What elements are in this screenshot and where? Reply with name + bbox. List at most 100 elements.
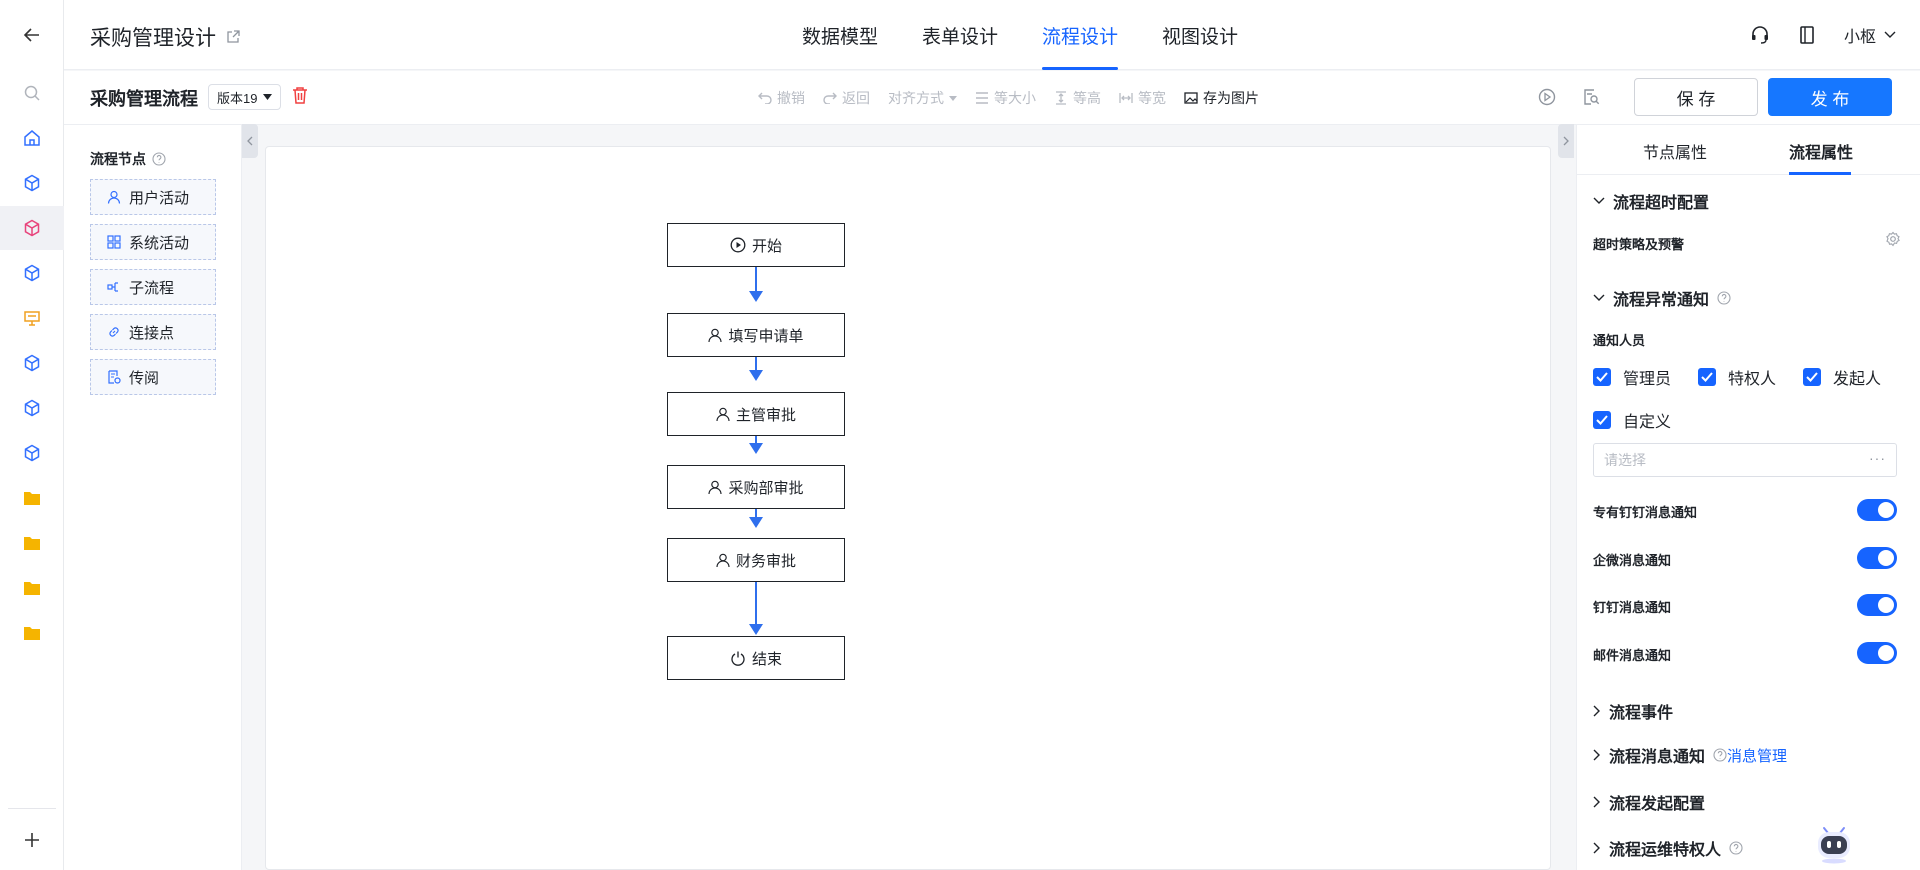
same-size-button[interactable]: 等大小 [975, 88, 1036, 108]
custom-people-select[interactable]: 请选择 ··· [1593, 443, 1897, 477]
preview-icon[interactable] [1574, 78, 1608, 116]
plus-icon[interactable] [0, 818, 64, 862]
collapse-right-handle[interactable] [1558, 124, 1574, 158]
message-management-link[interactable]: 消息管理 [1727, 745, 1787, 766]
delete-icon[interactable] [292, 86, 308, 104]
flow-node-label: 结束 [751, 650, 782, 668]
palette-item-connector[interactable]: 连接点 [90, 314, 216, 350]
palette-item-subprocess[interactable]: 子流程 [90, 269, 216, 305]
section-start-config[interactable]: 流程发起配置 [1593, 790, 1705, 814]
folder-icon[interactable] [0, 566, 64, 610]
app-title: 采购管理设计 [90, 22, 240, 52]
home-icon[interactable] [0, 116, 64, 160]
palette-item-system-activity[interactable]: 系统活动 [90, 224, 216, 260]
help-icon[interactable] [1729, 841, 1743, 855]
flow-node-fill-application[interactable]: 填写申请单 [667, 313, 845, 357]
palette-item-circulate[interactable]: 传阅 [90, 359, 216, 395]
notify-people-label: 通知人员 [1593, 333, 1646, 348]
section-timeout[interactable]: 流程超时配置 [1593, 189, 1709, 213]
checkbox-label: 特权人 [1728, 371, 1777, 388]
folder-icon[interactable] [0, 611, 64, 655]
left-icon-rail [0, 0, 64, 870]
circulate-icon [107, 370, 121, 384]
toggle-dingtalk-exclusive[interactable] [1857, 499, 1897, 521]
version-select[interactable]: 版本19 [208, 84, 282, 110]
more-icon[interactable]: ··· [1869, 450, 1886, 466]
tab-node-properties[interactable]: 节点属性 [1643, 139, 1707, 163]
flow-node-end[interactable]: 结束 [667, 636, 845, 680]
link-icon [107, 325, 121, 339]
save-as-image-label: 存为图片 [1203, 90, 1259, 106]
headset-icon[interactable] [1750, 25, 1770, 45]
tab-process-design[interactable]: 流程设计 [1020, 0, 1140, 70]
flow-canvas[interactable]: 开始 填写申请单 主管审批 采购部审批 财务审批 结束 [265, 146, 1551, 870]
tab-view-design[interactable]: 视图设计 [1140, 0, 1260, 70]
publish-button[interactable]: 发 布 [1768, 78, 1892, 116]
assistant-robot-icon[interactable] [1812, 822, 1856, 866]
checkbox-privileged[interactable]: 特权人 [1698, 365, 1776, 389]
collapse-left-handle[interactable] [242, 124, 258, 158]
header-right: 小枢 [1750, 0, 1896, 70]
section-process-events[interactable]: 流程事件 [1593, 699, 1673, 723]
help-icon[interactable] [152, 152, 166, 166]
palette-item-user-activity[interactable]: 用户活动 [90, 179, 216, 215]
presentation-icon[interactable] [0, 296, 64, 340]
section-ops-privileged[interactable]: 流程运维特权人 [1593, 836, 1743, 860]
settings-gear-icon[interactable] [1885, 231, 1901, 247]
user-menu[interactable]: 小枢 [1844, 23, 1896, 47]
flow-edge[interactable] [755, 357, 757, 371]
same-width-button[interactable]: 等宽 [1119, 88, 1166, 108]
folder-icon[interactable] [0, 476, 64, 520]
help-icon[interactable] [1713, 748, 1727, 762]
flow-edge[interactable] [755, 582, 757, 625]
folder-icon[interactable] [0, 521, 64, 565]
flow-node-manager-approval[interactable]: 主管审批 [667, 392, 845, 436]
cube-icon[interactable] [0, 386, 64, 430]
redo-button[interactable]: 返回 [823, 88, 870, 108]
checkbox-custom[interactable]: 自定义 [1593, 408, 1671, 432]
checkbox-initiator[interactable]: 发起人 [1803, 365, 1881, 389]
checkbox-admin[interactable]: 管理员 [1593, 365, 1671, 389]
align-label: 对齐方式 [888, 90, 944, 106]
palette-item-label: 传阅 [129, 369, 160, 387]
section-title: 流程事件 [1609, 705, 1674, 722]
flow-name: 采购管理流程 [90, 89, 198, 109]
toggle-dingtalk[interactable] [1857, 594, 1897, 616]
cube-icon[interactable] [0, 431, 64, 475]
flow-node-finance-approval[interactable]: 财务审批 [667, 538, 845, 582]
toggle-wecom[interactable] [1857, 547, 1897, 569]
same-height-button[interactable]: 等高 [1054, 88, 1101, 108]
save-as-image-button[interactable]: 存为图片 [1184, 88, 1259, 108]
search-icon[interactable] [0, 71, 64, 115]
undo-button[interactable]: 撤销 [758, 88, 805, 108]
run-icon[interactable] [1530, 78, 1564, 116]
help-icon[interactable] [1717, 291, 1731, 305]
property-tabs: 节点属性 流程属性 [1577, 125, 1920, 175]
property-panel: 节点属性 流程属性 流程超时配置 超时策略及预警 流程异常通知 通知人员 管理员… [1576, 125, 1920, 870]
chevron-down-icon [1593, 294, 1605, 302]
section-title: 流程消息通知 [1609, 749, 1706, 766]
section-exception-notify[interactable]: 流程异常通知 [1593, 286, 1731, 310]
cube-icon[interactable] [0, 251, 64, 295]
book-icon[interactable] [1798, 25, 1816, 45]
palette-item-label: 连接点 [129, 324, 175, 342]
edit-tools: 撤销 返回 对齐方式 等大小 等高 等宽 存为图片 [758, 71, 1259, 125]
cube-icon[interactable] [0, 341, 64, 385]
cube-icon[interactable] [0, 161, 64, 205]
align-dropdown[interactable]: 对齐方式 [888, 88, 957, 108]
tab-process-properties[interactable]: 流程属性 [1789, 139, 1853, 163]
rail-divider [8, 808, 56, 809]
tab-form-design[interactable]: 表单设计 [900, 0, 1020, 70]
flow-arrow [749, 443, 763, 454]
toggle-email[interactable] [1857, 642, 1897, 664]
flow-node-purchasing-approval[interactable]: 采购部审批 [667, 465, 845, 509]
checkbox-checked-icon [1803, 368, 1821, 386]
section-message-notify[interactable]: 流程消息通知 消息管理 [1593, 743, 1787, 767]
cube-icon-active[interactable] [0, 206, 64, 250]
save-button[interactable]: 保 存 [1634, 78, 1758, 116]
back-arrow-icon[interactable] [0, 13, 64, 57]
flow-node-start[interactable]: 开始 [667, 223, 845, 267]
external-link-icon[interactable] [226, 30, 240, 44]
flow-edge[interactable] [755, 267, 757, 292]
tab-data-model[interactable]: 数据模型 [780, 0, 900, 70]
